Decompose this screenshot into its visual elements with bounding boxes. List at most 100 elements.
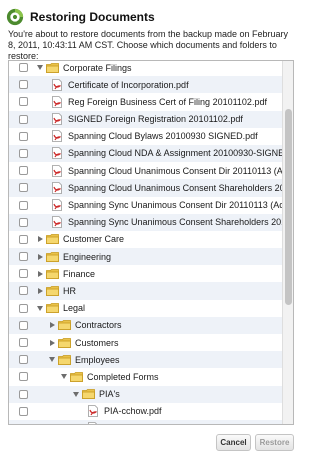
tree-scrollbar[interactable] <box>282 61 293 424</box>
scrollbar-thumb[interactable] <box>285 109 292 305</box>
expand-right-icon[interactable] <box>48 339 56 347</box>
restore-button[interactable]: Restore <box>255 434 294 451</box>
tree-file-row[interactable]: PIA-cwood.pdf <box>9 419 283 424</box>
row-content: HR <box>36 282 76 299</box>
row-checkbox[interactable] <box>19 286 28 296</box>
pdf-icon <box>52 199 62 211</box>
file-label: Spanning Cloud Bylaws 20100930 SIGNED.pd… <box>68 131 258 142</box>
row-checkbox[interactable] <box>19 338 28 347</box>
row-checkbox[interactable] <box>19 183 28 193</box>
folder-label: Engineering <box>63 251 112 262</box>
tree-folder-row[interactable]: Contractors <box>9 316 283 334</box>
tree-folder-row[interactable]: Engineering <box>9 248 283 266</box>
tree-file-row[interactable]: PIA-cchow.pdf <box>9 402 283 420</box>
folder-icon <box>58 320 71 331</box>
expand-down-icon[interactable] <box>60 373 68 381</box>
row-checkbox[interactable] <box>19 320 28 330</box>
folder-label: Customer Care <box>63 234 125 245</box>
row-checkbox[interactable] <box>19 166 28 176</box>
row-content: Contractors <box>48 317 122 334</box>
row-content: Spanning Sync Unanimous Consent Sharehol… <box>52 214 283 231</box>
row-content: Spanning Cloud NDA & Assignment 20100930… <box>52 145 283 162</box>
dialog-footer: Cancel Restore <box>0 428 300 454</box>
row-checkbox[interactable] <box>19 148 28 158</box>
tree-folder-row[interactable]: Finance <box>9 265 283 283</box>
tree-folder-row[interactable]: Customers <box>9 334 283 352</box>
folder-label: Finance <box>63 268 96 279</box>
row-checkbox[interactable] <box>19 303 28 313</box>
tree-folder-row[interactable]: Employees <box>9 351 283 369</box>
expand-down-icon[interactable] <box>48 356 56 364</box>
tree-folder-row[interactable]: Customer Care <box>9 230 283 249</box>
tree-file-row[interactable]: Spanning Cloud NDA & Assignment 20100930… <box>9 144 283 163</box>
row-content: Corporate Filings <box>36 61 132 76</box>
tree-file-row[interactable]: Spanning Cloud Unanimous Consent Shareho… <box>9 179 283 197</box>
expand-right-icon[interactable] <box>36 235 44 243</box>
row-checkbox[interactable] <box>19 372 28 382</box>
expand-right-icon[interactable] <box>36 287 44 295</box>
row-content: Certificate of Incorporation.pdf <box>52 76 189 93</box>
row-checkbox[interactable] <box>19 97 28 107</box>
folder-icon <box>46 303 59 314</box>
tree-folder-row[interactable]: PIA's <box>9 385 283 403</box>
pdf-icon <box>52 78 62 91</box>
folder-icon <box>46 286 59 296</box>
expand-right-icon[interactable] <box>36 253 44 261</box>
row-checkbox[interactable] <box>19 131 28 141</box>
folder-icon <box>46 268 59 279</box>
tree-folder-row[interactable]: Legal <box>9 299 283 317</box>
row-checkbox[interactable] <box>19 269 28 279</box>
pdf-icon <box>52 147 62 160</box>
expand-down-icon[interactable] <box>72 390 80 398</box>
row-checkbox[interactable] <box>19 80 28 90</box>
folder-icon <box>82 389 95 399</box>
row-checkbox[interactable] <box>19 389 28 399</box>
folder-icon <box>58 337 71 348</box>
expand-right-icon[interactable] <box>48 321 56 329</box>
file-label: PIA-cchow.pdf <box>104 406 162 417</box>
tree-file-row[interactable]: SIGNED Foreign Registration 20101102.pdf <box>9 110 283 128</box>
row-checkbox[interactable] <box>19 63 28 72</box>
folder-icon <box>46 62 59 73</box>
row-checkbox[interactable] <box>19 355 28 365</box>
file-label: SIGNED Foreign Registration 20101102.pdf <box>68 114 243 125</box>
folder-label: Contractors <box>75 320 122 331</box>
file-label: PIA-cwood.pdf <box>104 423 163 424</box>
tree-file-row[interactable]: Spanning Cloud Unanimous Consent Dir 201… <box>9 162 283 180</box>
folder-label: HR <box>63 285 76 296</box>
tree-file-row[interactable]: Reg Foreign Business Cert of Filing 2010… <box>9 93 283 111</box>
tree-folder-row[interactable]: Completed Forms <box>9 368 283 386</box>
row-checkbox[interactable] <box>19 234 28 244</box>
tree-folder-row[interactable]: HR <box>9 282 283 300</box>
tree-file-row[interactable]: Spanning Sync Unanimous Consent Sharehol… <box>9 213 283 231</box>
pdf-icon <box>52 113 62 125</box>
row-checkbox[interactable] <box>19 200 28 210</box>
row-checkbox[interactable] <box>19 252 28 262</box>
expand-right-icon[interactable] <box>36 270 44 278</box>
file-label: Spanning Sync Unanimous Consent Sharehol… <box>68 217 283 228</box>
row-content: Spanning Cloud Unanimous Consent Dir 201… <box>52 162 283 179</box>
row-checkbox[interactable] <box>19 114 28 124</box>
pdf-icon <box>52 95 62 108</box>
folder-label: Legal <box>63 303 86 314</box>
dialog-header: Restoring Documents <box>6 6 296 28</box>
tree-folder-row[interactable]: Corporate Filings <box>9 61 283 77</box>
file-label: Reg Foreign Business Cert of Filing 2010… <box>68 96 267 107</box>
expand-down-icon[interactable] <box>36 304 44 312</box>
document-tree[interactable]: Corporate Filings Certificate of Incorpor… <box>8 60 294 425</box>
cancel-button[interactable]: Cancel <box>216 434 251 451</box>
tree-rows: Corporate Filings Certificate of Incorpor… <box>9 61 283 424</box>
row-content: Spanning Sync Unanimous Consent Dir 2011… <box>52 197 283 214</box>
tree-file-row[interactable]: Certificate of Incorporation.pdf <box>9 76 283 94</box>
dialog-description: You're about to restore documents from t… <box>8 29 289 61</box>
row-checkbox[interactable] <box>19 217 28 227</box>
file-label: Spanning Cloud NDA & Assignment 20100930… <box>68 148 283 159</box>
row-content: SIGNED Foreign Registration 20101102.pdf <box>52 111 243 128</box>
expand-down-icon[interactable] <box>36 64 44 72</box>
dialog-title: Restoring Documents <box>30 10 155 24</box>
row-checkbox[interactable] <box>19 423 28 424</box>
pdf-icon <box>52 164 62 177</box>
tree-file-row[interactable]: Spanning Cloud Bylaws 20100930 SIGNED.pd… <box>9 127 283 145</box>
row-checkbox[interactable] <box>19 406 28 416</box>
tree-file-row[interactable]: Spanning Sync Unanimous Consent Dir 2011… <box>9 196 283 214</box>
